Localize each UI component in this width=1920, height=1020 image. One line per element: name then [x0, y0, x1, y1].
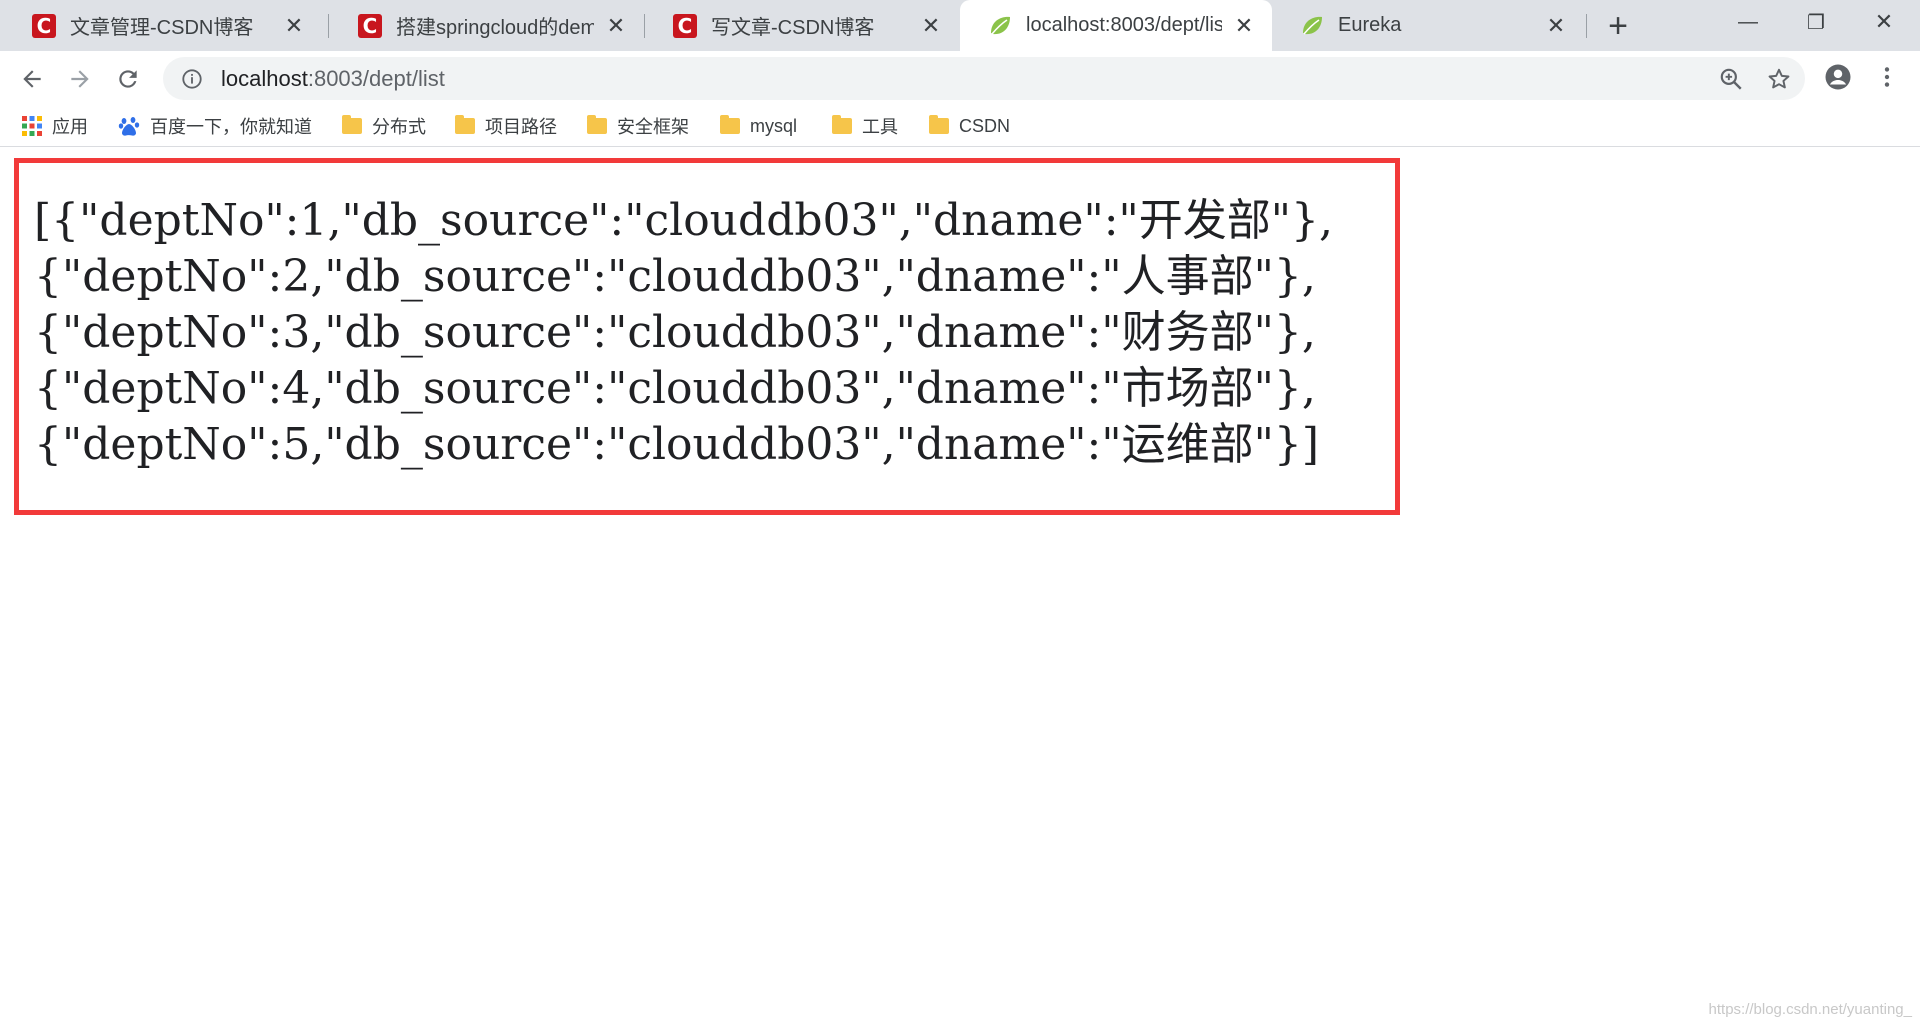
window-close-button[interactable]: ✕: [1856, 0, 1912, 44]
json-line: {"deptNo":3,"db_source":"clouddb03","dna…: [34, 307, 1316, 358]
folder-icon: [587, 115, 607, 134]
tab-title: Eureka: [1338, 14, 1402, 36]
bookmark-folder-mysql[interactable]: mysql: [720, 112, 797, 140]
tab-divider: [328, 14, 329, 38]
browser-toolbar: localhost:8003/dept/list: [0, 51, 1920, 106]
spring-leaf-icon: [1298, 12, 1326, 40]
close-icon[interactable]: ✕: [1542, 12, 1570, 40]
url-path: :8003/dept/list: [307, 65, 445, 91]
bookmark-label: 分布式: [372, 117, 426, 137]
back-arrow-icon: [23, 70, 41, 88]
bookmark-label: mysql: [750, 115, 798, 136]
menu-kebab-icon[interactable]: [1872, 62, 1902, 92]
csdn-icon: C: [356, 12, 384, 40]
json-line: {"deptNo":4,"db_source":"clouddb03","dna…: [34, 363, 1316, 414]
bookmark-folder-project-path[interactable]: 项目路径: [455, 112, 557, 140]
folder-icon: [342, 115, 362, 134]
tab-divider: [1586, 14, 1587, 38]
folder-icon: [929, 115, 949, 134]
address-bar[interactable]: localhost:8003/dept/list: [163, 57, 1805, 100]
tab-eureka[interactable]: Eureka ✕: [1272, 0, 1584, 51]
bookmark-label: 项目路径: [485, 117, 557, 137]
profile-avatar-icon[interactable]: [1823, 62, 1853, 92]
bookmarks-bar: 应用 百度一下，你就知道 分布式 项目路径 安全框架 mysql 工具 CSDN: [0, 106, 1920, 147]
url-text[interactable]: localhost:8003/dept/list: [221, 66, 445, 92]
json-line: [{"deptNo":1,"db_source":"clouddb03","dn…: [34, 195, 1333, 246]
tab-localhost-dept-list[interactable]: localhost:8003/dept/list ✕: [960, 0, 1272, 51]
tab-title: 写文章-CSDN博客: [711, 17, 875, 39]
folder-icon: [832, 115, 852, 134]
minimize-button[interactable]: —: [1720, 0, 1776, 44]
back-button[interactable]: [12, 59, 52, 99]
reload-button[interactable]: [108, 59, 148, 99]
close-icon[interactable]: ✕: [917, 12, 945, 40]
tab-springcloud-demo[interactable]: C 搭建springcloud的demo之 ✕: [330, 0, 644, 51]
csdn-icon: C: [30, 12, 58, 40]
apps-grid-icon: [22, 116, 42, 136]
bookmark-folder-distributed[interactable]: 分布式: [342, 112, 426, 140]
close-icon[interactable]: ✕: [1230, 12, 1258, 40]
close-icon[interactable]: ✕: [602, 12, 630, 40]
tab-title: 搭建springcloud的demo之: [396, 17, 594, 39]
tab-write-article[interactable]: C 写文章-CSDN博客 ✕: [645, 0, 959, 51]
tab-title: localhost:8003/dept/list: [1026, 14, 1222, 36]
csdn-icon: C: [671, 12, 699, 40]
url-host: localhost: [221, 65, 308, 91]
forward-arrow-icon: [71, 70, 89, 88]
watermark-text: https://blog.csdn.net/yuanting_: [1708, 1001, 1912, 1018]
folder-icon: [455, 115, 475, 134]
bookmark-label: 安全框架: [617, 117, 689, 137]
new-tab-button[interactable]: +: [1600, 7, 1636, 45]
tab-article-management[interactable]: C 文章管理-CSDN博客 ✕: [4, 0, 322, 51]
bookmark-label: 工具: [862, 117, 898, 137]
baidu-paw-icon: [118, 115, 140, 137]
bookmark-star-icon[interactable]: [1764, 64, 1794, 94]
json-line: {"deptNo":5,"db_source":"clouddb03","dna…: [34, 419, 1320, 470]
close-icon[interactable]: ✕: [280, 12, 308, 40]
bookmark-label: 百度一下，你就知道: [150, 117, 312, 137]
tab-strip: C 文章管理-CSDN博客 ✕ C 搭建springcloud的demo之 ✕ …: [0, 0, 1920, 51]
restore-button[interactable]: ❐: [1788, 0, 1844, 44]
bookmark-apps[interactable]: 应用: [22, 112, 88, 140]
bookmark-label: CSDN: [959, 115, 1011, 136]
bookmark-label: 应用: [52, 117, 88, 137]
bookmark-baidu[interactable]: 百度一下，你就知道: [118, 112, 312, 140]
bookmark-folder-tools[interactable]: 工具: [832, 112, 898, 140]
zoom-icon[interactable]: [1716, 64, 1746, 94]
site-info-icon[interactable]: [179, 66, 205, 92]
bookmark-folder-security[interactable]: 安全框架: [587, 112, 689, 140]
spring-leaf-icon: [986, 12, 1014, 40]
folder-icon: [720, 115, 740, 134]
json-line: {"deptNo":2,"db_source":"clouddb03","dna…: [34, 251, 1316, 302]
bookmark-folder-csdn[interactable]: CSDN: [929, 112, 1010, 140]
forward-button[interactable]: [60, 59, 100, 99]
reload-icon: [119, 70, 137, 88]
tab-title: 文章管理-CSDN博客: [70, 17, 254, 39]
